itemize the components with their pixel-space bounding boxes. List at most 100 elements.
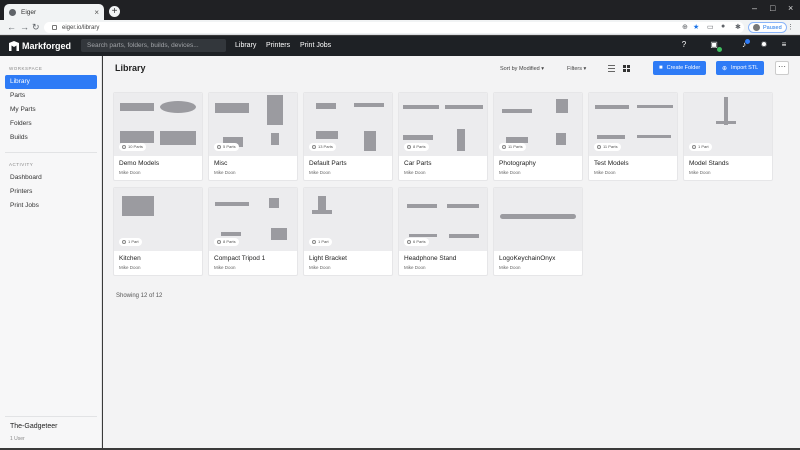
sort-label: Sort by Modified [500,66,540,72]
part-owner: Mike Doon [499,265,521,270]
bookmark-star-icon[interactable]: ★ [693,23,699,31]
part-preview [269,198,279,208]
part-thumbnail [494,188,582,251]
part-preview [556,133,566,145]
sidebar-item-dashboard[interactable]: Dashboard [5,171,97,185]
organization-name[interactable]: The-Gadgeteer [10,423,57,430]
close-tab-icon[interactable]: × [94,8,99,17]
forward-icon[interactable]: → [20,22,29,32]
folder-card[interactable]: 6 Parts Headphone Stand Mike Doon [399,188,487,275]
folder-card[interactable]: 1 Part Light Bracket Mike Doon [304,188,392,275]
browser-tab[interactable]: Eiger × [4,4,104,20]
reload-icon[interactable]: ↻ [32,22,40,33]
part-preview [457,129,465,151]
extensions-puzzle-icon[interactable]: ✱ [735,23,741,31]
main-menu-icon[interactable]: ≡ [779,40,789,50]
url-text: eiger.io/library [62,24,100,31]
back-icon[interactable]: ← [7,22,16,32]
part-preview [716,121,736,124]
folder-name: Misc [214,160,228,167]
markforged-logo-icon [9,41,19,51]
nav-print-jobs[interactable]: Print Jobs [300,42,331,49]
new-tab-button[interactable]: + [109,6,120,17]
part-preview [447,204,479,208]
folder-card[interactable]: 8 Parts Compact Tripod 1 Mike Doon [209,188,297,275]
folder-card[interactable]: 11 Parts Photography Mike Doon [494,93,582,180]
part-preview [271,228,287,240]
part-count: 1 Part [698,144,709,149]
folder-name: Light Bracket [309,255,347,262]
folder-card[interactable]: 5 Parts Misc Mike Doon [209,93,297,180]
filters-dropdown[interactable]: Filters ▾ [567,66,586,72]
profile-status: Paused [763,24,782,31]
part-preview [215,103,249,113]
sidebar-item-folders[interactable]: Folders [5,117,97,131]
sidebar-item-print-jobs[interactable]: Print Jobs [5,199,97,213]
folder-name: Model Stands [689,160,729,167]
part-preview [122,196,154,216]
part-count: 1 Part [128,239,139,244]
nav-library[interactable]: Library [235,42,256,49]
sidebar-item-my-parts[interactable]: My Parts [5,103,97,117]
part-count-badge: 5 Parts [214,143,239,151]
folder-card[interactable]: 1 Part Kitchen Mike Doon [114,188,202,275]
part-icon [502,145,506,149]
part-count: 1 Part [318,239,329,244]
folder-name: Default Parts [309,160,347,167]
main-content: Library Sort by Modified ▾ Filters ▾ ■ C… [103,56,800,448]
browser-menu-icon[interactable]: ⋮ [787,23,794,31]
filters-label: Filters [567,66,582,72]
list-view-icon[interactable] [608,65,615,72]
sidebar-item-library[interactable]: Library [5,75,97,89]
folder-card[interactable]: 13 Parts Default Parts Mike Doon [304,93,392,180]
part-icon [407,145,411,149]
part-icon [692,145,696,149]
import-stl-button[interactable]: ⊕ Import STL [716,61,765,75]
grid-view-icon[interactable] [623,65,630,72]
folder-card[interactable]: 11 Parts Test Models Mike Doon [589,93,677,180]
more-options-button[interactable]: ⋯ [775,61,789,75]
sidebar-divider [5,152,97,153]
sidebar-item-parts[interactable]: Parts [5,89,97,103]
folder-name: Headphone Stand [404,255,457,262]
sidebar-item-builds[interactable]: Builds [5,131,97,145]
part-icon [407,240,411,244]
part-preview [445,105,483,109]
part-count-badge: 13 Parts [309,143,336,151]
folder-card[interactable]: 10 Parts Demo Models Mike Doon [114,93,202,180]
nav-printers[interactable]: Printers [266,42,290,49]
folder-owner: Mike Doon [309,265,331,270]
part-count: 8 Parts [413,144,426,149]
folder-owner: Mike Doon [309,170,331,175]
part-count: 8 Parts [223,239,236,244]
folder-card[interactable]: 1 Part Model Stands Mike Doon [684,93,772,180]
markforged-logo[interactable]: Markforged [9,41,71,51]
notification-badge [745,39,750,44]
folder-name: Test Models [594,160,629,167]
global-search-input[interactable]: Search parts, folders, builds, devices..… [81,39,226,52]
part-preview [160,101,196,113]
folder-owner: Mike Doon [214,265,236,270]
close-window-icon[interactable]: × [788,3,793,13]
part-preview [160,131,196,145]
install-icon[interactable]: ⊕ [682,23,688,31]
profile-button[interactable]: Paused [748,22,787,33]
part-preview [449,234,479,238]
extension-icon[interactable]: ▭ [707,23,714,31]
maximize-icon[interactable]: □ [770,3,775,13]
part-preview [354,103,384,107]
sort-dropdown[interactable]: Sort by Modified ▾ [500,66,544,72]
create-folder-button[interactable]: ■ Create Folder [653,61,707,75]
extension-icon-2[interactable]: ● [721,23,725,30]
settings-icon[interactable]: ✹ [759,40,769,50]
minimize-icon[interactable]: – [752,3,757,13]
part-count-badge: 1 Part [309,238,332,246]
sidebar: WORKSPACE Library Parts My Parts Folders… [0,56,102,448]
part-icon [312,240,316,244]
sidebar-item-printers[interactable]: Printers [5,185,97,199]
address-bar[interactable]: eiger.io/library [44,22,744,33]
folder-card[interactable]: 8 Parts Car Parts Mike Doon [399,93,487,180]
part-card[interactable]: LogoKeychainOnyx Mike Doon [494,188,582,275]
help-icon[interactable]: ? [679,40,689,50]
folder-owner: Mike Doon [689,170,711,175]
